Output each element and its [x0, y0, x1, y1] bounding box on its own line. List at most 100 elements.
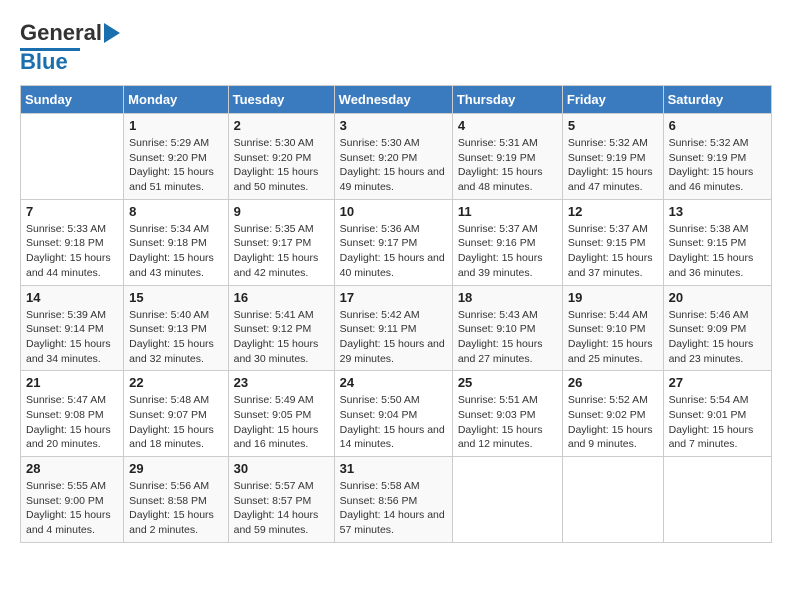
day-info: Sunrise: 5:32 AMSunset: 9:19 PMDaylight:… — [669, 136, 766, 195]
day-cell: 18 Sunrise: 5:43 AMSunset: 9:10 PMDayligh… — [452, 285, 562, 371]
day-cell: 23Sunrise: 5:49 AMSunset: 9:05 PMDayligh… — [228, 371, 334, 457]
day-cell: 2 Sunrise: 5:30 AMSunset: 9:20 PMDaylight… — [228, 114, 334, 200]
day-cell: 25Sunrise: 5:51 AMSunset: 9:03 PMDayligh… — [452, 371, 562, 457]
day-cell: 20Sunrise: 5:46 AMSunset: 9:09 PMDayligh… — [663, 285, 771, 371]
day-number: 21 — [26, 375, 118, 390]
day-cell: 1Sunrise: 5:29 AMSunset: 9:20 PMDaylight… — [124, 114, 228, 200]
day-number: 11 — [458, 204, 557, 219]
day-number: 4 — [458, 118, 557, 133]
day-number: 1 — [129, 118, 222, 133]
day-cell: 8 Sunrise: 5:34 AMSunset: 9:18 PMDaylight… — [124, 199, 228, 285]
day-info: Sunrise: 5:43 AMSunset: 9:10 PMDaylight:… — [458, 308, 557, 367]
day-number: 9 — [234, 204, 329, 219]
day-cell: 17 Sunrise: 5:42 AMSunset: 9:11 PMDayligh… — [334, 285, 452, 371]
day-info: Sunrise: 5:37 AMSunset: 9:15 PMDaylight:… — [568, 222, 658, 281]
day-info: Sunrise: 5:58 AMSunset: 8:56 PMDaylight:… — [340, 479, 447, 538]
day-number: 20 — [669, 290, 766, 305]
day-number: 6 — [669, 118, 766, 133]
day-number: 15 — [129, 290, 222, 305]
day-number: 14 — [26, 290, 118, 305]
day-number: 29 — [129, 461, 222, 476]
day-number: 31 — [340, 461, 447, 476]
day-info: Sunrise: 5:44 AMSunset: 9:10 PMDaylight:… — [568, 308, 658, 367]
day-number: 18 — [458, 290, 557, 305]
day-number: 16 — [234, 290, 329, 305]
day-info: Sunrise: 5:34 AMSunset: 9:18 PMDaylight:… — [129, 222, 222, 281]
day-cell: 5 Sunrise: 5:32 AMSunset: 9:19 PMDaylight… — [562, 114, 663, 200]
day-cell: 3 Sunrise: 5:30 AMSunset: 9:20 PMDaylight… — [334, 114, 452, 200]
day-cell: 10 Sunrise: 5:36 AMSunset: 9:17 PMDayligh… — [334, 199, 452, 285]
weekday-header-thursday: Thursday — [452, 86, 562, 114]
day-info: Sunrise: 5:57 AMSunset: 8:57 PMDaylight:… — [234, 479, 329, 538]
calendar-table: SundayMondayTuesdayWednesdayThursdayFrid… — [20, 85, 772, 543]
day-cell: 7 Sunrise: 5:33 AMSunset: 9:18 PMDaylight… — [21, 199, 124, 285]
day-cell: 30 Sunrise: 5:57 AMSunset: 8:57 PMDayligh… — [228, 457, 334, 543]
week-row-4: 21 Sunrise: 5:47 AMSunset: 9:08 PMDayligh… — [21, 371, 772, 457]
logo-arrow-icon — [104, 23, 120, 43]
day-cell: 11 Sunrise: 5:37 AMSunset: 9:16 PMDayligh… — [452, 199, 562, 285]
day-cell: 27 Sunrise: 5:54 AMSunset: 9:01 PMDayligh… — [663, 371, 771, 457]
day-number: 10 — [340, 204, 447, 219]
day-number: 27 — [669, 375, 766, 390]
day-number: 24 — [340, 375, 447, 390]
day-info: Sunrise: 5:49 AMSunset: 9:05 PMDaylight:… — [234, 393, 329, 452]
day-info: Sunrise: 5:30 AMSunset: 9:20 PMDaylight:… — [234, 136, 329, 195]
day-info: Sunrise: 5:35 AMSunset: 9:17 PMDaylight:… — [234, 222, 329, 281]
header: General Blue — [20, 20, 772, 75]
day-cell — [452, 457, 562, 543]
day-cell: 21 Sunrise: 5:47 AMSunset: 9:08 PMDayligh… — [21, 371, 124, 457]
weekday-header-saturday: Saturday — [663, 86, 771, 114]
weekday-header-row: SundayMondayTuesdayWednesdayThursdayFrid… — [21, 86, 772, 114]
day-cell: 13Sunrise: 5:38 AMSunset: 9:15 PMDayligh… — [663, 199, 771, 285]
day-info: Sunrise: 5:54 AMSunset: 9:01 PMDaylight:… — [669, 393, 766, 452]
week-row-5: 28 Sunrise: 5:55 AMSunset: 9:00 PMDayligh… — [21, 457, 772, 543]
day-info: Sunrise: 5:42 AMSunset: 9:11 PMDaylight:… — [340, 308, 447, 367]
day-number: 8 — [129, 204, 222, 219]
day-cell — [21, 114, 124, 200]
day-cell: 26Sunrise: 5:52 AMSunset: 9:02 PMDayligh… — [562, 371, 663, 457]
weekday-header-tuesday: Tuesday — [228, 86, 334, 114]
day-cell: 31 Sunrise: 5:58 AMSunset: 8:56 PMDayligh… — [334, 457, 452, 543]
day-info: Sunrise: 5:37 AMSunset: 9:16 PMDaylight:… — [458, 222, 557, 281]
day-info: Sunrise: 5:36 AMSunset: 9:17 PMDaylight:… — [340, 222, 447, 281]
logo-blue-text: Blue — [20, 49, 68, 75]
day-info: Sunrise: 5:55 AMSunset: 9:00 PMDaylight:… — [26, 479, 118, 538]
day-info: Sunrise: 5:31 AMSunset: 9:19 PMDaylight:… — [458, 136, 557, 195]
weekday-header-wednesday: Wednesday — [334, 86, 452, 114]
day-number: 17 — [340, 290, 447, 305]
day-cell: 29 Sunrise: 5:56 AMSunset: 8:58 PMDayligh… — [124, 457, 228, 543]
day-cell: 16Sunrise: 5:41 AMSunset: 9:12 PMDayligh… — [228, 285, 334, 371]
day-cell: 28 Sunrise: 5:55 AMSunset: 9:00 PMDayligh… — [21, 457, 124, 543]
week-row-3: 14 Sunrise: 5:39 AMSunset: 9:14 PMDayligh… — [21, 285, 772, 371]
day-info: Sunrise: 5:39 AMSunset: 9:14 PMDaylight:… — [26, 308, 118, 367]
day-number: 7 — [26, 204, 118, 219]
day-info: Sunrise: 5:38 AMSunset: 9:15 PMDaylight:… — [669, 222, 766, 281]
day-cell: 6 Sunrise: 5:32 AMSunset: 9:19 PMDaylight… — [663, 114, 771, 200]
day-number: 30 — [234, 461, 329, 476]
day-number: 28 — [26, 461, 118, 476]
day-info: Sunrise: 5:50 AMSunset: 9:04 PMDaylight:… — [340, 393, 447, 452]
day-info: Sunrise: 5:32 AMSunset: 9:19 PMDaylight:… — [568, 136, 658, 195]
logo-text: General — [20, 20, 102, 46]
day-info: Sunrise: 5:33 AMSunset: 9:18 PMDaylight:… — [26, 222, 118, 281]
weekday-header-sunday: Sunday — [21, 86, 124, 114]
logo: General Blue — [20, 20, 120, 75]
day-cell: 22Sunrise: 5:48 AMSunset: 9:07 PMDayligh… — [124, 371, 228, 457]
day-info: Sunrise: 5:30 AMSunset: 9:20 PMDaylight:… — [340, 136, 447, 195]
day-cell: 9 Sunrise: 5:35 AMSunset: 9:17 PMDaylight… — [228, 199, 334, 285]
day-number: 26 — [568, 375, 658, 390]
day-cell: 15Sunrise: 5:40 AMSunset: 9:13 PMDayligh… — [124, 285, 228, 371]
day-cell: 24 Sunrise: 5:50 AMSunset: 9:04 PMDayligh… — [334, 371, 452, 457]
day-number: 19 — [568, 290, 658, 305]
weekday-header-friday: Friday — [562, 86, 663, 114]
week-row-1: 1Sunrise: 5:29 AMSunset: 9:20 PMDaylight… — [21, 114, 772, 200]
day-number: 3 — [340, 118, 447, 133]
day-number: 25 — [458, 375, 557, 390]
day-number: 2 — [234, 118, 329, 133]
day-info: Sunrise: 5:47 AMSunset: 9:08 PMDaylight:… — [26, 393, 118, 452]
day-info: Sunrise: 5:56 AMSunset: 8:58 PMDaylight:… — [129, 479, 222, 538]
day-cell — [663, 457, 771, 543]
day-cell: 14 Sunrise: 5:39 AMSunset: 9:14 PMDayligh… — [21, 285, 124, 371]
day-cell: 4 Sunrise: 5:31 AMSunset: 9:19 PMDaylight… — [452, 114, 562, 200]
day-number: 5 — [568, 118, 658, 133]
